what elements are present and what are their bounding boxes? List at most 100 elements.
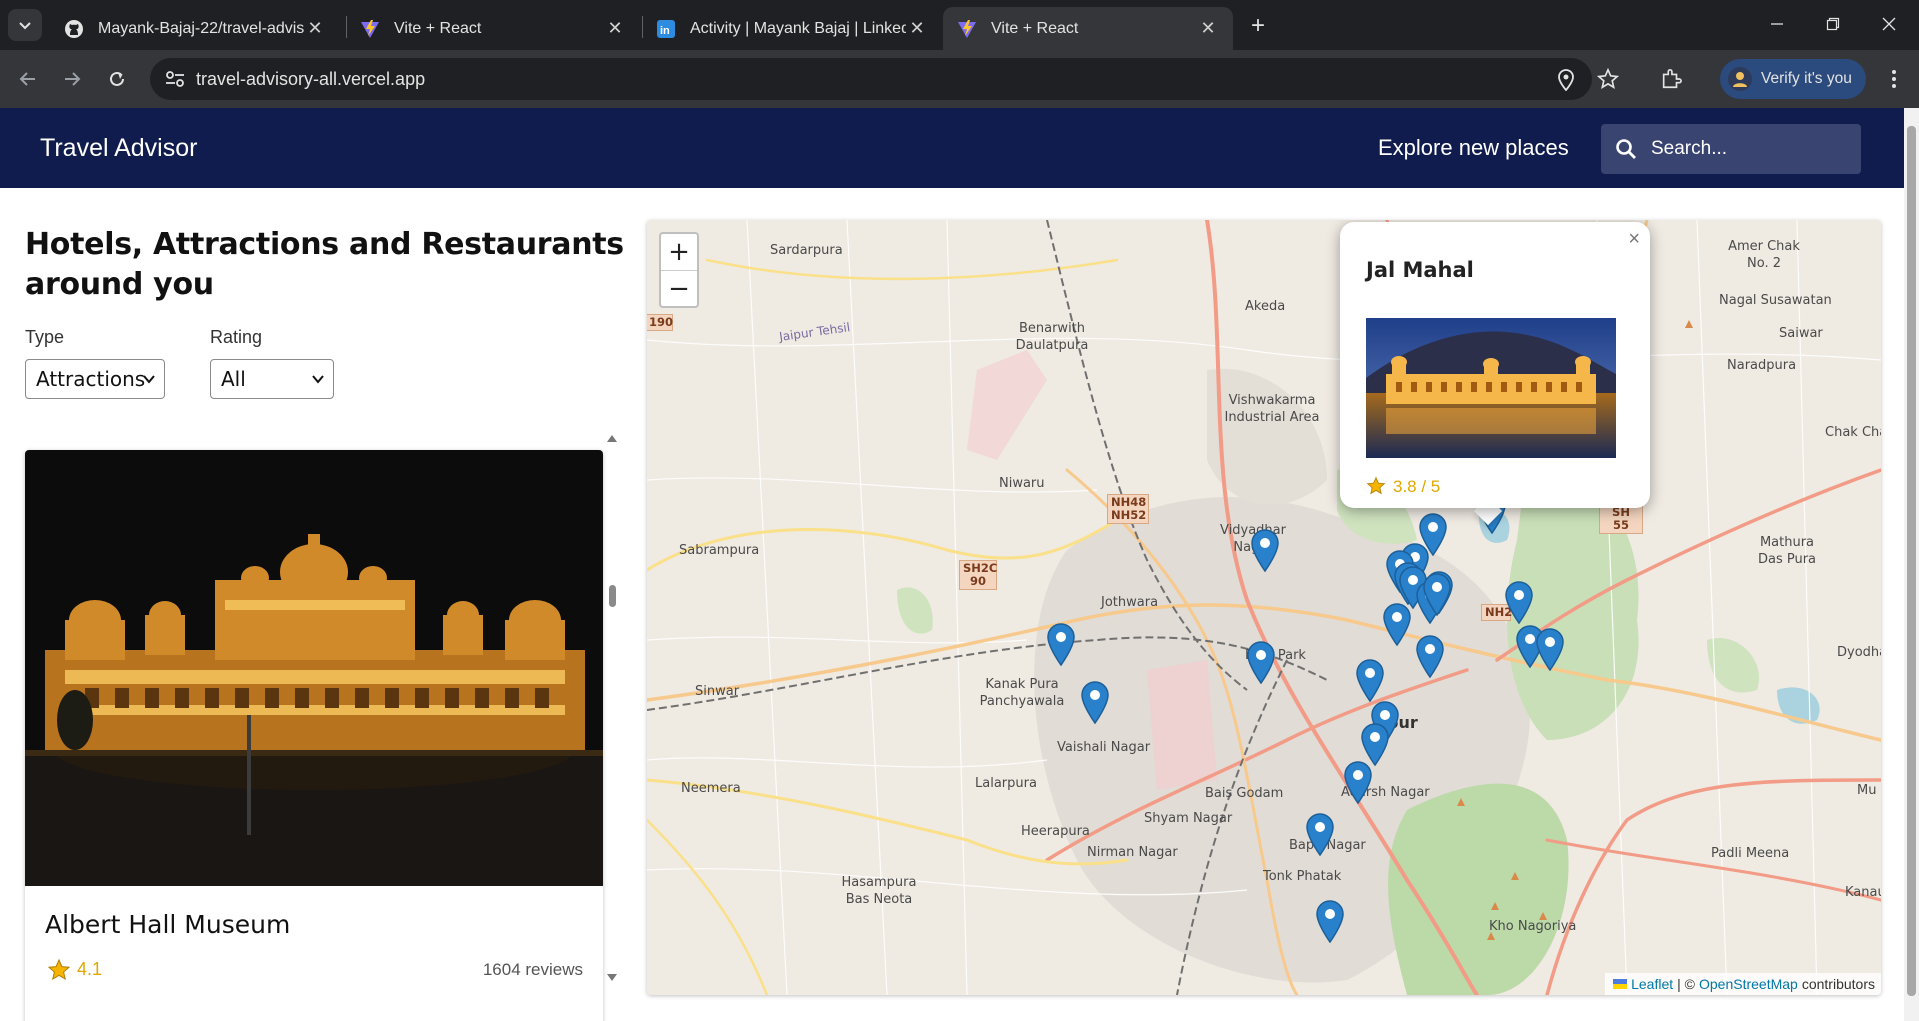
tab-vite-active[interactable]: Vite + React ✕ (943, 7, 1233, 50)
map-label: Sabrampura (679, 543, 760, 558)
map-marker-icon[interactable] (1504, 580, 1534, 624)
leaflet-link[interactable]: Leaflet (1631, 976, 1673, 992)
tab-vite-1[interactable]: Vite + React ✕ (346, 7, 640, 50)
list-scroll-up-arrow[interactable] (606, 432, 618, 444)
arrow-left-icon (19, 72, 35, 86)
search-box[interactable] (1601, 124, 1861, 174)
map-label: Shyam Nagar (1144, 811, 1233, 826)
map-marker-icon[interactable] (1382, 602, 1412, 646)
road-shield: SH 55 (1599, 504, 1643, 534)
map-marker-icon[interactable] (1415, 634, 1445, 678)
menu-kebab-icon[interactable] (1879, 64, 1909, 94)
arrow-right-icon (65, 72, 81, 86)
popup-photo (1366, 318, 1616, 458)
extensions-icon[interactable] (1656, 64, 1686, 94)
map-marker-icon[interactable] (1422, 572, 1452, 616)
tab-title: Activity | Mayank Bajaj | LinkedIn (690, 19, 906, 37)
rating-select-value: All (221, 367, 246, 391)
ukraine-flag-icon (1613, 979, 1628, 989)
page-title: Hotels, Attractions and Restaurants arou… (25, 227, 624, 302)
page-scrollbar[interactable] (1904, 108, 1919, 1021)
map-marker-icon[interactable] (1315, 899, 1345, 943)
place-review-count: 1604 reviews (482, 960, 583, 979)
popup-close-button[interactable]: × (1628, 228, 1640, 251)
map-label: Niwaru (999, 476, 1045, 491)
map-marker-icon[interactable] (1250, 528, 1280, 572)
forward-button[interactable] (56, 63, 88, 95)
map-marker-icon[interactable] (1343, 760, 1373, 804)
site-info-icon[interactable] (164, 69, 186, 89)
location-icon[interactable] (1554, 68, 1578, 92)
zoom-in-button[interactable]: + (661, 234, 697, 270)
map-label: Kho Nagoriya (1489, 919, 1577, 934)
map-marker-icon[interactable] (1080, 680, 1110, 724)
restore-button[interactable] (1810, 8, 1856, 40)
star-icon (1366, 476, 1386, 495)
map-label: Amer Chak No. 2 (1728, 239, 1800, 271)
rating-select[interactable]: All (210, 359, 334, 399)
map-label: Vaishali Nagar (1057, 740, 1151, 755)
zoom-out-button[interactable]: − (661, 270, 697, 306)
map-label: Naradpura (1727, 358, 1797, 373)
close-icon[interactable]: ✕ (304, 18, 326, 40)
page-scrollbar-thumb[interactable] (1907, 126, 1916, 996)
map-label: Nirman Nagar (1087, 845, 1178, 860)
app-header: Travel Advisor Explore new places (0, 108, 1904, 188)
search-input[interactable] (1651, 134, 1851, 164)
new-tab-button[interactable]: + (1244, 12, 1272, 40)
url-text[interactable]: travel-advisory-all.vercel.app (196, 69, 425, 90)
map-label: Kanau (1845, 885, 1881, 900)
map-marker-icon[interactable] (1046, 622, 1076, 666)
attribution-suffix: contributors (1801, 976, 1875, 992)
chevron-down-icon (312, 375, 324, 384)
map-label: Nagal Susawatan (1719, 293, 1832, 308)
avatar (1728, 67, 1752, 91)
close-window-button[interactable] (1866, 8, 1912, 40)
map-label: Neemera (681, 781, 741, 796)
profile-verify-label: Verify it's you (1761, 70, 1852, 87)
map-label: Sinwar (695, 684, 740, 699)
profile-verify-button[interactable]: Verify it's you (1720, 59, 1866, 99)
osm-link[interactable]: OpenStreetMap (1699, 976, 1798, 992)
minimize-button[interactable] (1754, 8, 1800, 40)
brand-title: Travel Advisor (40, 134, 198, 162)
map[interactable]: + − Sardarpura Jaipur Tehsil Benarwith D… (647, 220, 1881, 995)
close-icon[interactable]: ✕ (604, 18, 626, 40)
attribution-separator: | © (1677, 976, 1695, 992)
address-bar[interactable]: travel-advisory-all.vercel.app (150, 58, 1592, 100)
vite-icon (360, 19, 380, 39)
reload-button[interactable] (101, 63, 133, 95)
tab-linkedin[interactable]: in Activity | Mayank Bajaj | LinkedIn ✕ (642, 7, 942, 50)
map-attribution: Leaflet | © OpenStreetMap contributors (1605, 973, 1881, 995)
map-label: Akeda (1245, 299, 1286, 314)
place-rating: 4.1 (77, 959, 103, 979)
map-marker-icon[interactable] (1305, 812, 1335, 856)
map-label: Jothwara (1101, 595, 1159, 610)
browser-tabstrip: Mayank-Bajaj-22/travel-advisor ✕ Vite + … (0, 0, 1919, 50)
bookmark-star-icon[interactable] (1593, 64, 1623, 94)
browser-toolbar: travel-advisory-all.vercel.app Verify it… (0, 50, 1919, 108)
map-marker-icon[interactable] (1246, 640, 1276, 684)
close-icon[interactable]: ✕ (906, 18, 928, 40)
back-button[interactable] (12, 63, 44, 95)
tab-title: Mayank-Bajaj-22/travel-advisor (98, 19, 304, 37)
map-marker-icon[interactable] (1355, 658, 1385, 702)
road-shield: SH2C 90 (959, 560, 997, 590)
tab-search-button[interactable] (8, 9, 42, 41)
close-icon[interactable]: ✕ (1197, 18, 1219, 40)
map-label: Lalarpura (975, 776, 1037, 791)
list-scrollbar-thumb[interactable] (609, 585, 616, 607)
type-label: Type (25, 327, 65, 347)
map-marker-icon[interactable] (1535, 627, 1565, 671)
map-label: Padli Meena (1711, 846, 1790, 861)
github-icon (64, 19, 84, 39)
place-card[interactable]: Albert Hall Museum 4.1 1604 reviews (25, 450, 603, 1021)
list-scroll-down-arrow[interactable] (606, 972, 618, 984)
chevron-down-icon (19, 22, 31, 30)
map-label: Dyodha C (1837, 645, 1881, 660)
map-label: Hasampura Bas Neota (841, 875, 917, 907)
map-label: Sardarpura (770, 243, 843, 258)
tab-github[interactable]: Mayank-Bajaj-22/travel-advisor ✕ (50, 7, 340, 50)
type-select[interactable]: Attractions (25, 359, 165, 399)
place-popup: × Jal Mahal 3.8 / 5 (1340, 222, 1650, 508)
